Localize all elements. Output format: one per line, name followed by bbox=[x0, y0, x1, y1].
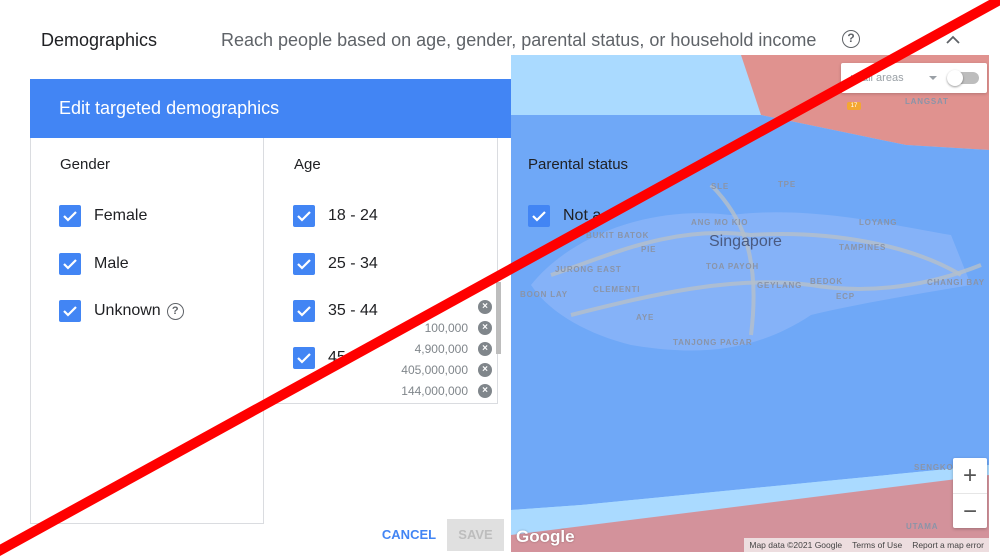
reach-row: 405,000,000 × bbox=[380, 359, 492, 380]
checkbox-checked[interactable] bbox=[59, 300, 81, 322]
dialog-title: Edit targeted demographics bbox=[59, 98, 280, 118]
option-label: Unknown bbox=[94, 302, 161, 319]
map-zoom-control: + − bbox=[953, 458, 987, 528]
google-logo: Google bbox=[516, 527, 575, 546]
save-button[interactable]: SAVE bbox=[447, 519, 504, 551]
option-label: 18 - 24 bbox=[328, 207, 378, 224]
remove-circle-icon[interactable]: × bbox=[478, 341, 492, 356]
gender-option-female[interactable]: Female bbox=[59, 204, 147, 228]
map-footer: Map data ©2021 Google Terms of Use Repor… bbox=[744, 538, 989, 552]
option-label: 25 - 34 bbox=[328, 255, 378, 272]
road-badge: 17 bbox=[847, 102, 861, 110]
reach-row: 4,900,000 × bbox=[380, 338, 492, 359]
gender-option-unknown[interactable]: Unknown ? bbox=[59, 299, 184, 323]
caret-down-icon[interactable] bbox=[929, 76, 937, 80]
map-city-label: Singapore bbox=[709, 233, 782, 250]
checkbox-checked[interactable] bbox=[293, 205, 315, 227]
cancel-button[interactable]: CANCEL bbox=[376, 519, 442, 551]
section-description: Reach people based on age, gender, paren… bbox=[221, 30, 817, 50]
checkbox-checked[interactable] bbox=[293, 347, 315, 369]
option-label: Male bbox=[94, 255, 129, 272]
gender-title: Gender bbox=[60, 156, 111, 173]
option-label: Not a bbox=[563, 207, 602, 224]
checkbox-checked[interactable] bbox=[59, 253, 81, 275]
scrollbar-thumb[interactable] bbox=[496, 282, 501, 354]
map-canvas bbox=[511, 55, 989, 552]
parental-option-not-a-parent[interactable]: Not a bbox=[497, 200, 601, 227]
checkbox-checked[interactable] bbox=[293, 253, 315, 275]
gender-option-male[interactable]: Male bbox=[59, 252, 129, 276]
reach-row: 100,000 × bbox=[380, 317, 492, 338]
age-option-25-34[interactable]: 25 - 34 bbox=[293, 252, 378, 276]
chevron-up-icon[interactable] bbox=[943, 30, 963, 50]
area-filter-control[interactable]: w all areas bbox=[841, 63, 987, 93]
terms-of-use-link[interactable]: Terms of Use bbox=[847, 538, 907, 552]
checkbox-checked[interactable] bbox=[293, 300, 315, 322]
age-option-45[interactable]: 45 bbox=[293, 346, 346, 370]
zoom-in-button[interactable]: + bbox=[953, 458, 987, 493]
checkbox-checked[interactable] bbox=[59, 205, 81, 227]
section-title: Demographics bbox=[41, 30, 158, 50]
reach-row: × bbox=[380, 296, 492, 317]
age-title: Age bbox=[294, 156, 321, 173]
age-option-18-24[interactable]: 18 - 24 bbox=[293, 204, 378, 228]
remove-circle-icon[interactable]: × bbox=[478, 362, 492, 377]
remove-circle-icon[interactable]: × bbox=[478, 383, 492, 398]
option-label: Female bbox=[94, 207, 148, 224]
remove-circle-icon[interactable]: × bbox=[478, 320, 492, 335]
toggle-switch[interactable] bbox=[947, 70, 979, 86]
toggle-knob[interactable] bbox=[947, 70, 963, 86]
parental-status-title: Parental status bbox=[528, 156, 629, 173]
area-select-label[interactable]: w all areas bbox=[851, 72, 904, 84]
help-circle-icon[interactable]: ? bbox=[166, 302, 184, 320]
help-circle-icon[interactable]: ? bbox=[842, 30, 860, 48]
zoom-out-button[interactable]: − bbox=[953, 493, 987, 528]
reach-estimate-list: × 100,000 × 4,900,000 × 405,000,000 × 144,0… bbox=[380, 296, 492, 401]
reach-row: 144,000,000 × bbox=[380, 380, 492, 401]
gender-panel: Gender Female Male Unknown ? bbox=[30, 138, 264, 524]
report-map-error-link[interactable]: Report a map error bbox=[907, 538, 989, 552]
age-option-35-44[interactable]: 35 - 44 bbox=[293, 299, 378, 323]
remove-circle-icon[interactable]: × bbox=[478, 299, 492, 314]
option-label: 35 - 44 bbox=[328, 302, 378, 319]
checkbox-checked[interactable] bbox=[528, 205, 550, 227]
map-view[interactable]: 17 LANGSAT SLE TPE ANG MO KIO BUKIT BATO… bbox=[511, 55, 989, 552]
option-label: 45 bbox=[328, 349, 346, 366]
map-data-attribution: Map data ©2021 Google bbox=[749, 540, 843, 550]
